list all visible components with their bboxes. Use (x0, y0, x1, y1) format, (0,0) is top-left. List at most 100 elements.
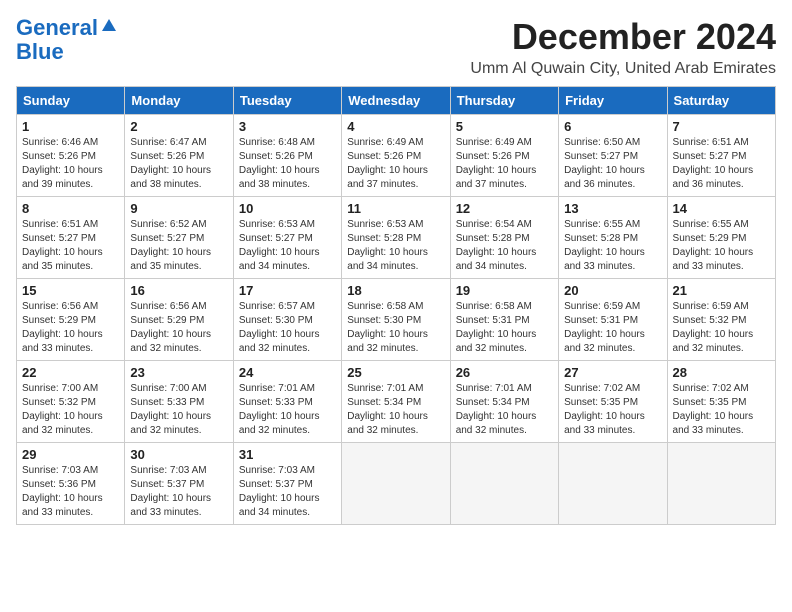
day-number: 14 (673, 201, 770, 216)
day-cell-11: 11 Sunrise: 6:53 AMSunset: 5:28 PMDaylig… (342, 197, 450, 279)
day-cell-18: 18 Sunrise: 6:58 AMSunset: 5:30 PMDaylig… (342, 279, 450, 361)
day-cell-21: 21 Sunrise: 6:59 AMSunset: 5:32 PMDaylig… (667, 279, 775, 361)
day-cell-23: 23 Sunrise: 7:00 AMSunset: 5:33 PMDaylig… (125, 361, 233, 443)
day-number: 15 (22, 283, 119, 298)
day-header-sunday: Sunday (17, 87, 125, 115)
day-cell-20: 20 Sunrise: 6:59 AMSunset: 5:31 PMDaylig… (559, 279, 667, 361)
day-number: 7 (673, 119, 770, 134)
day-info: Sunrise: 7:02 AMSunset: 5:35 PMDaylight:… (564, 383, 645, 436)
day-cell-25: 25 Sunrise: 7:01 AMSunset: 5:34 PMDaylig… (342, 361, 450, 443)
day-info: Sunrise: 6:54 AMSunset: 5:28 PMDaylight:… (456, 219, 537, 272)
day-number: 31 (239, 447, 336, 462)
day-info: Sunrise: 7:00 AMSunset: 5:33 PMDaylight:… (130, 383, 211, 436)
day-info: Sunrise: 6:49 AMSunset: 5:26 PMDaylight:… (456, 137, 537, 190)
day-cell-17: 17 Sunrise: 6:57 AMSunset: 5:30 PMDaylig… (233, 279, 341, 361)
week-row-4: 22 Sunrise: 7:00 AMSunset: 5:32 PMDaylig… (17, 361, 776, 443)
day-header-thursday: Thursday (450, 87, 558, 115)
day-info: Sunrise: 6:49 AMSunset: 5:26 PMDaylight:… (347, 137, 428, 190)
day-number: 13 (564, 201, 661, 216)
day-info: Sunrise: 6:57 AMSunset: 5:30 PMDaylight:… (239, 301, 320, 354)
week-row-3: 15 Sunrise: 6:56 AMSunset: 5:29 PMDaylig… (17, 279, 776, 361)
day-cell-9: 9 Sunrise: 6:52 AMSunset: 5:27 PMDayligh… (125, 197, 233, 279)
day-info: Sunrise: 6:53 AMSunset: 5:27 PMDaylight:… (239, 219, 320, 272)
day-cell-7: 7 Sunrise: 6:51 AMSunset: 5:27 PMDayligh… (667, 115, 775, 197)
day-info: Sunrise: 6:51 AMSunset: 5:27 PMDaylight:… (673, 137, 754, 190)
day-info: Sunrise: 6:48 AMSunset: 5:26 PMDaylight:… (239, 137, 320, 190)
day-number: 20 (564, 283, 661, 298)
day-cell-2: 2 Sunrise: 6:47 AMSunset: 5:26 PMDayligh… (125, 115, 233, 197)
day-cell-31: 31 Sunrise: 7:03 AMSunset: 5:37 PMDaylig… (233, 443, 341, 525)
day-number: 23 (130, 365, 227, 380)
day-number: 16 (130, 283, 227, 298)
day-info: Sunrise: 6:46 AMSunset: 5:26 PMDaylight:… (22, 137, 103, 190)
day-info: Sunrise: 6:58 AMSunset: 5:31 PMDaylight:… (456, 301, 537, 354)
day-number: 24 (239, 365, 336, 380)
day-header-monday: Monday (125, 87, 233, 115)
logo: General Blue (16, 16, 118, 64)
day-number: 10 (239, 201, 336, 216)
day-number: 12 (456, 201, 553, 216)
day-info: Sunrise: 6:55 AMSunset: 5:29 PMDaylight:… (673, 219, 754, 272)
day-number: 22 (22, 365, 119, 380)
day-info: Sunrise: 6:52 AMSunset: 5:27 PMDaylight:… (130, 219, 211, 272)
day-info: Sunrise: 7:01 AMSunset: 5:34 PMDaylight:… (456, 383, 537, 436)
day-info: Sunrise: 6:47 AMSunset: 5:26 PMDaylight:… (130, 137, 211, 190)
day-info: Sunrise: 6:50 AMSunset: 5:27 PMDaylight:… (564, 137, 645, 190)
day-info: Sunrise: 6:53 AMSunset: 5:28 PMDaylight:… (347, 219, 428, 272)
day-number: 21 (673, 283, 770, 298)
day-cell-22: 22 Sunrise: 7:00 AMSunset: 5:32 PMDaylig… (17, 361, 125, 443)
day-number: 30 (130, 447, 227, 462)
logo-blue: Blue (16, 40, 64, 64)
day-number: 2 (130, 119, 227, 134)
day-number: 19 (456, 283, 553, 298)
day-info: Sunrise: 6:56 AMSunset: 5:29 PMDaylight:… (22, 301, 103, 354)
day-cell-1: 1 Sunrise: 6:46 AMSunset: 5:26 PMDayligh… (17, 115, 125, 197)
day-info: Sunrise: 7:01 AMSunset: 5:34 PMDaylight:… (347, 383, 428, 436)
day-cell-19: 19 Sunrise: 6:58 AMSunset: 5:31 PMDaylig… (450, 279, 558, 361)
day-cell-15: 15 Sunrise: 6:56 AMSunset: 5:29 PMDaylig… (17, 279, 125, 361)
day-number: 9 (130, 201, 227, 216)
day-info: Sunrise: 6:59 AMSunset: 5:31 PMDaylight:… (564, 301, 645, 354)
week-row-5: 29 Sunrise: 7:03 AMSunset: 5:36 PMDaylig… (17, 443, 776, 525)
day-cell-8: 8 Sunrise: 6:51 AMSunset: 5:27 PMDayligh… (17, 197, 125, 279)
day-info: Sunrise: 7:01 AMSunset: 5:33 PMDaylight:… (239, 383, 320, 436)
day-info: Sunrise: 7:03 AMSunset: 5:36 PMDaylight:… (22, 465, 103, 518)
week-row-2: 8 Sunrise: 6:51 AMSunset: 5:27 PMDayligh… (17, 197, 776, 279)
empty-cell (450, 443, 558, 525)
day-info: Sunrise: 6:51 AMSunset: 5:27 PMDaylight:… (22, 219, 103, 272)
day-cell-12: 12 Sunrise: 6:54 AMSunset: 5:28 PMDaylig… (450, 197, 558, 279)
day-number: 3 (239, 119, 336, 134)
day-info: Sunrise: 6:59 AMSunset: 5:32 PMDaylight:… (673, 301, 754, 354)
day-number: 1 (22, 119, 119, 134)
calendar-header-row: SundayMondayTuesdayWednesdayThursdayFrid… (17, 87, 776, 115)
day-info: Sunrise: 6:58 AMSunset: 5:30 PMDaylight:… (347, 301, 428, 354)
day-info: Sunrise: 6:56 AMSunset: 5:29 PMDaylight:… (130, 301, 211, 354)
day-number: 6 (564, 119, 661, 134)
day-info: Sunrise: 7:02 AMSunset: 5:35 PMDaylight:… (673, 383, 754, 436)
day-number: 5 (456, 119, 553, 134)
day-cell-16: 16 Sunrise: 6:56 AMSunset: 5:29 PMDaylig… (125, 279, 233, 361)
empty-cell (667, 443, 775, 525)
day-info: Sunrise: 6:55 AMSunset: 5:28 PMDaylight:… (564, 219, 645, 272)
header: General Blue December 2024 Umm Al Quwain… (16, 16, 776, 78)
day-cell-24: 24 Sunrise: 7:01 AMSunset: 5:33 PMDaylig… (233, 361, 341, 443)
day-cell-27: 27 Sunrise: 7:02 AMSunset: 5:35 PMDaylig… (559, 361, 667, 443)
day-cell-13: 13 Sunrise: 6:55 AMSunset: 5:28 PMDaylig… (559, 197, 667, 279)
day-cell-6: 6 Sunrise: 6:50 AMSunset: 5:27 PMDayligh… (559, 115, 667, 197)
day-cell-4: 4 Sunrise: 6:49 AMSunset: 5:26 PMDayligh… (342, 115, 450, 197)
day-cell-28: 28 Sunrise: 7:02 AMSunset: 5:35 PMDaylig… (667, 361, 775, 443)
logo-general: General (16, 16, 98, 40)
empty-cell (342, 443, 450, 525)
day-number: 8 (22, 201, 119, 216)
page-subtitle: Umm Al Quwain City, United Arab Emirates (470, 60, 776, 78)
day-number: 11 (347, 201, 444, 216)
day-info: Sunrise: 7:00 AMSunset: 5:32 PMDaylight:… (22, 383, 103, 436)
day-header-friday: Friday (559, 87, 667, 115)
day-number: 4 (347, 119, 444, 134)
empty-cell (559, 443, 667, 525)
day-cell-3: 3 Sunrise: 6:48 AMSunset: 5:26 PMDayligh… (233, 115, 341, 197)
day-cell-5: 5 Sunrise: 6:49 AMSunset: 5:26 PMDayligh… (450, 115, 558, 197)
day-cell-30: 30 Sunrise: 7:03 AMSunset: 5:37 PMDaylig… (125, 443, 233, 525)
day-header-wednesday: Wednesday (342, 87, 450, 115)
day-cell-14: 14 Sunrise: 6:55 AMSunset: 5:29 PMDaylig… (667, 197, 775, 279)
